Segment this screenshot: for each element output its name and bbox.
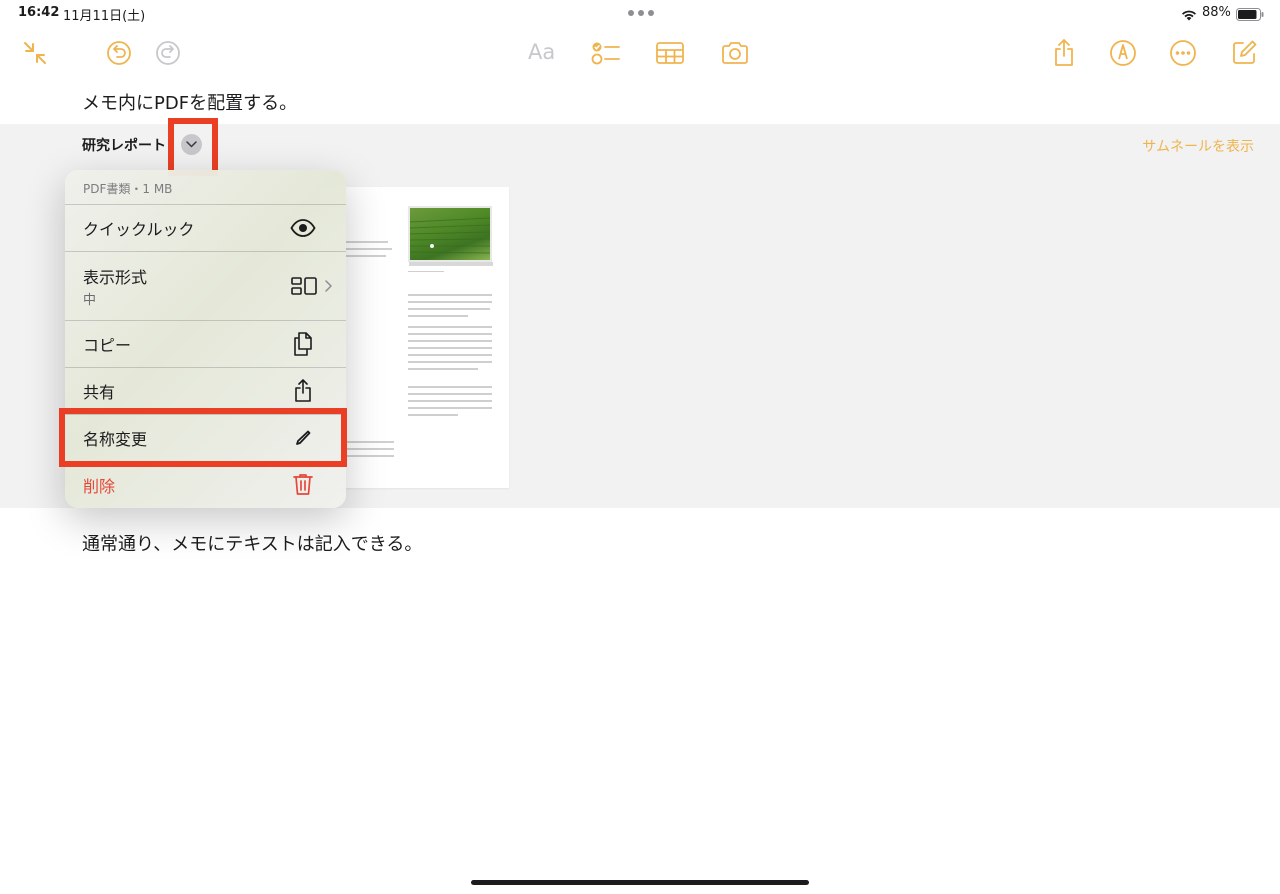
pdf-page-thumbnail[interactable] [320, 187, 509, 488]
pdf-text-line [408, 315, 468, 317]
pdf-text-line [346, 241, 388, 243]
pdf-text-line [408, 400, 492, 402]
checklist-icon[interactable] [590, 37, 622, 69]
menu-header-file-info: PDF書類・1 MB [83, 182, 173, 196]
share-icon [292, 378, 314, 404]
note-text-line-2[interactable]: 通常通り、メモにテキストは記入できる。 [82, 530, 422, 556]
pdf-text-line [408, 393, 492, 395]
pdf-text-line [346, 448, 394, 450]
copy-icon [291, 332, 315, 356]
pdf-text-line [408, 340, 492, 342]
pdf-photo-image [408, 206, 492, 262]
markup-pen-icon[interactable] [1107, 37, 1139, 69]
multitasking-dots-icon[interactable] [628, 10, 654, 16]
pdf-text-line [408, 326, 492, 328]
pdf-text-line [408, 294, 492, 296]
battery-percent: 88% [1202, 5, 1231, 20]
attachment-title: 研究レポート [82, 138, 166, 154]
highlight-box-rename [59, 408, 347, 467]
pdf-text-line [408, 354, 492, 356]
status-date: 11月11日(土) [63, 9, 146, 24]
menu-item-label: クイックルック [83, 220, 195, 239]
highlight-box-chevron [168, 118, 218, 176]
eye-icon [289, 218, 317, 238]
menu-item-view-style[interactable]: 表示形式 中 [65, 252, 346, 320]
table-icon[interactable] [654, 37, 686, 69]
pdf-text-line [408, 368, 478, 370]
chevron-right-icon [323, 279, 333, 293]
pdf-caption-line [408, 271, 444, 272]
view-style-icon [290, 276, 318, 296]
menu-item-copy[interactable]: コピー [65, 321, 346, 367]
home-indicator[interactable] [471, 880, 809, 885]
status-time: 16:42 [18, 5, 60, 20]
pdf-text-line [408, 308, 490, 310]
note-text-line-1[interactable]: メモ内にPDFを配置する。 [82, 89, 297, 115]
redo-icon[interactable] [152, 37, 184, 69]
pdf-text-line [346, 255, 386, 257]
pdf-text-line [408, 347, 492, 349]
wifi-icon [1181, 6, 1197, 25]
battery-icon [1236, 6, 1264, 25]
pdf-text-line [346, 441, 394, 443]
pdf-text-line [408, 407, 492, 409]
pdf-text-line [408, 414, 458, 416]
pdf-text-line [408, 361, 492, 363]
menu-item-label: コピー [83, 336, 132, 355]
more-options-icon[interactable] [1167, 37, 1199, 69]
menu-item-sublabel: 中 [83, 293, 97, 308]
pdf-text-line [408, 301, 492, 303]
menu-item-label: 表示形式 [83, 268, 148, 287]
collapse-icon[interactable] [19, 37, 51, 69]
compose-icon[interactable] [1228, 37, 1260, 69]
trash-icon [292, 472, 314, 496]
pdf-photo-shadow [409, 262, 493, 266]
pdf-text-line [408, 333, 492, 335]
menu-item-label: 削除 [83, 477, 116, 496]
menu-item-label: 共有 [83, 383, 116, 402]
share-icon[interactable] [1048, 37, 1080, 69]
text-format-button[interactable]: Aa [528, 40, 555, 64]
pdf-text-line [346, 248, 392, 250]
menu-item-delete[interactable]: 削除 [65, 462, 346, 508]
menu-item-quick-look[interactable]: クイックルック [65, 205, 346, 251]
undo-icon[interactable] [103, 37, 135, 69]
pdf-text-line [346, 455, 394, 457]
pdf-text-line [408, 386, 492, 388]
camera-icon[interactable] [719, 37, 751, 69]
show-thumbnail-link[interactable]: サムネールを表示 [1142, 136, 1254, 156]
